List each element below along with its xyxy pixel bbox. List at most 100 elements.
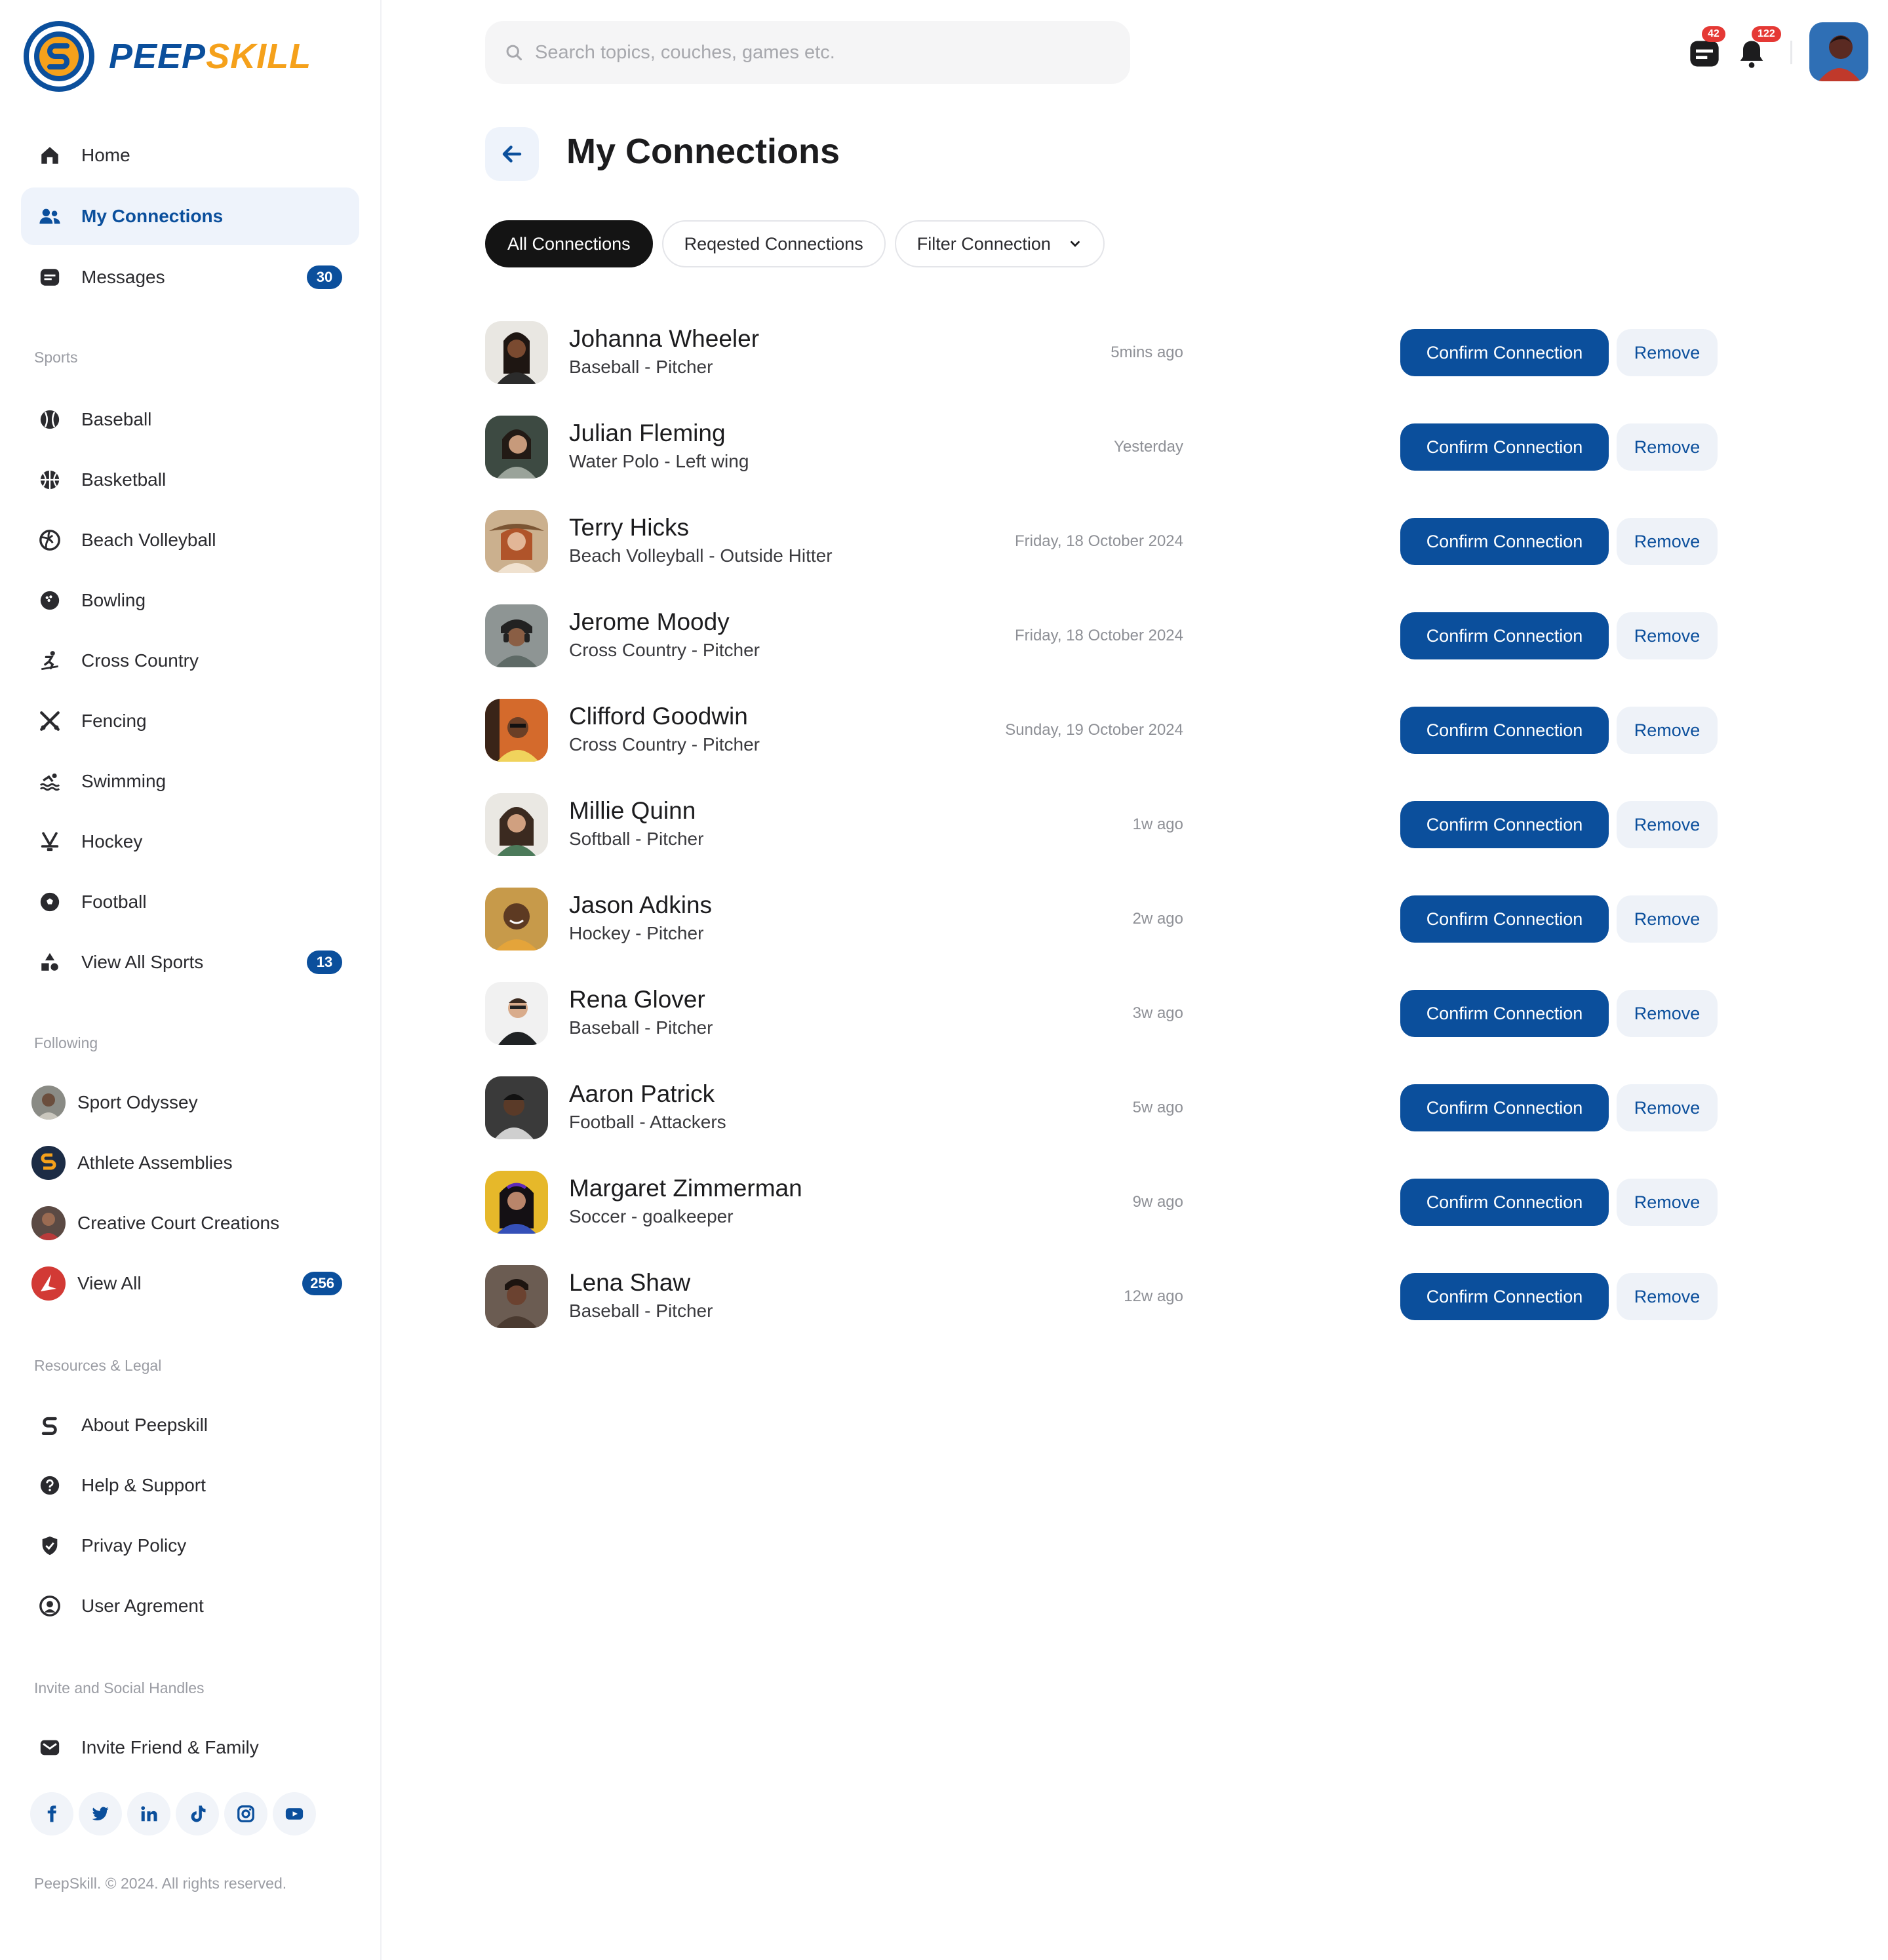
- connection-time: 1w ago: [1132, 815, 1183, 833]
- facebook-link[interactable]: [30, 1792, 73, 1835]
- nav-baseball[interactable]: Baseball: [21, 391, 359, 448]
- header-divider: [1790, 41, 1792, 64]
- search-input[interactable]: [535, 41, 1112, 64]
- nav-my-connections[interactable]: My Connections: [21, 187, 359, 245]
- nav-label: Swimming: [81, 771, 167, 791]
- connection-name[interactable]: Margaret Zimmerman: [569, 1175, 802, 1202]
- baseball-icon: [38, 408, 62, 431]
- nav-following-view-all[interactable]: View All 256: [21, 1255, 359, 1312]
- connection-name[interactable]: Rena Glover: [569, 986, 705, 1013]
- nav-label: Privay Policy: [81, 1535, 187, 1556]
- connection-sport: Beach Volleyball - Outside Hitter: [569, 545, 833, 566]
- nav-basketball[interactable]: Basketball: [21, 451, 359, 509]
- remove-button[interactable]: Remove: [1617, 895, 1718, 943]
- connection-sport: Baseball - Pitcher: [569, 1017, 713, 1038]
- nav-home[interactable]: Home: [21, 127, 359, 184]
- header-messages-button[interactable]: 42: [1687, 26, 1725, 73]
- tab-all-connections[interactable]: All Connections: [485, 220, 653, 267]
- connection-time: Yesterday: [1114, 438, 1183, 456]
- tab-requested-connections[interactable]: Reqested Connections: [661, 220, 886, 267]
- remove-button[interactable]: Remove: [1617, 518, 1718, 565]
- confirm-connection-button[interactable]: Confirm Connection: [1400, 990, 1609, 1037]
- user-avatar[interactable]: [1809, 22, 1868, 81]
- back-button[interactable]: [485, 127, 539, 181]
- nav-hockey[interactable]: Hockey: [21, 813, 359, 871]
- confirm-connection-button[interactable]: Confirm Connection: [1400, 1084, 1609, 1131]
- connection-row: Terry Hicks Beach Volleyball - Outside H…: [485, 509, 1718, 574]
- remove-button[interactable]: Remove: [1617, 329, 1718, 376]
- connection-name[interactable]: Lena Shaw: [569, 1269, 690, 1297]
- instagram-link[interactable]: [224, 1792, 267, 1835]
- avatar: [485, 1171, 548, 1234]
- avatar: [485, 888, 548, 951]
- nav-following-athlete-assemblies[interactable]: Athlete Assemblies: [21, 1134, 359, 1192]
- confirm-connection-button[interactable]: Confirm Connection: [1400, 801, 1609, 848]
- connections-icon: [38, 205, 62, 228]
- connection-name[interactable]: Millie Quinn: [569, 797, 696, 825]
- nav-label: Basketball: [81, 469, 167, 490]
- connection-name[interactable]: Clifford Goodwin: [569, 703, 748, 730]
- nav-bowling[interactable]: Bowling: [21, 572, 359, 629]
- search-icon: [506, 45, 522, 61]
- remove-button[interactable]: Remove: [1617, 990, 1718, 1037]
- nav-label: About Peepskill: [81, 1415, 208, 1435]
- nav-privacy-policy[interactable]: Privay Policy: [21, 1517, 359, 1575]
- section-label-resources: Resources & Legal: [34, 1357, 162, 1374]
- confirm-connection-button[interactable]: Confirm Connection: [1400, 1179, 1609, 1226]
- filter-connection-dropdown[interactable]: Filter Connection: [894, 220, 1105, 267]
- nav-about-peepskill[interactable]: About Peepskill: [21, 1396, 359, 1454]
- nav-view-all-sports[interactable]: View All Sports 13: [21, 933, 359, 991]
- following-count-badge: 256: [302, 1272, 342, 1295]
- remove-button[interactable]: Remove: [1617, 612, 1718, 659]
- youtube-link[interactable]: [273, 1792, 316, 1835]
- confirm-connection-button[interactable]: Confirm Connection: [1400, 707, 1609, 754]
- avatar: [485, 793, 548, 856]
- nav-user-agreement[interactable]: User Agrement: [21, 1577, 359, 1635]
- nav-invite-friend-family[interactable]: Invite Friend & Family: [21, 1719, 359, 1776]
- confirm-connection-button[interactable]: Confirm Connection: [1400, 1273, 1609, 1320]
- avatar: [485, 1076, 548, 1139]
- nav-messages[interactable]: Messages 30: [21, 248, 359, 306]
- remove-button[interactable]: Remove: [1617, 423, 1718, 471]
- confirm-connection-button[interactable]: Confirm Connection: [1400, 329, 1609, 376]
- nav-following-creative-court-creations[interactable]: Creative Court Creations: [21, 1194, 359, 1252]
- nav-following-sport-odyssey[interactable]: Sport Odyssey: [21, 1074, 359, 1131]
- remove-button[interactable]: Remove: [1617, 1084, 1718, 1131]
- remove-button[interactable]: Remove: [1617, 707, 1718, 754]
- twitter-icon: [92, 1807, 109, 1821]
- remove-button[interactable]: Remove: [1617, 1179, 1718, 1226]
- linkedin-link[interactable]: [127, 1792, 170, 1835]
- connection-row: Margaret Zimmerman Soccer - goalkeeper 9…: [485, 1169, 1718, 1235]
- connection-tabs: All Connections Reqested Connections Fil…: [485, 220, 1105, 267]
- connection-time: Friday, 18 October 2024: [1014, 532, 1183, 550]
- header-notifications-button[interactable]: 122: [1735, 26, 1781, 73]
- nav-cross-country[interactable]: Cross Country: [21, 632, 359, 690]
- nav-beach-volleyball[interactable]: Beach Volleyball: [21, 511, 359, 569]
- twitter-link[interactable]: [79, 1792, 122, 1835]
- connection-sport: Hockey - Pitcher: [569, 923, 704, 943]
- nav-swimming[interactable]: Swimming: [21, 753, 359, 810]
- connection-name[interactable]: Terry Hicks: [569, 514, 689, 541]
- connection-name[interactable]: Jason Adkins: [569, 892, 712, 919]
- avatar: [31, 1146, 66, 1180]
- connection-name[interactable]: Jerome Moody: [569, 608, 730, 636]
- nav-fencing[interactable]: Fencing: [21, 692, 359, 750]
- remove-button[interactable]: Remove: [1617, 801, 1718, 848]
- confirm-connection-button[interactable]: Confirm Connection: [1400, 423, 1609, 471]
- connection-sport: Water Polo - Left wing: [569, 451, 749, 471]
- connection-name[interactable]: Julian Fleming: [569, 420, 726, 447]
- nav-football[interactable]: Football: [21, 873, 359, 931]
- nav-help-support[interactable]: Help & Support: [21, 1457, 359, 1514]
- confirm-connection-button[interactable]: Confirm Connection: [1400, 895, 1609, 943]
- connection-sport: Baseball - Pitcher: [569, 357, 713, 377]
- connection-time: 9w ago: [1132, 1193, 1183, 1211]
- volleyball-icon: [38, 528, 62, 552]
- tiktok-link[interactable]: [176, 1792, 219, 1835]
- confirm-connection-button[interactable]: Confirm Connection: [1400, 518, 1609, 565]
- remove-button[interactable]: Remove: [1617, 1273, 1718, 1320]
- search-bar[interactable]: [485, 21, 1130, 84]
- connection-name[interactable]: Aaron Patrick: [569, 1080, 715, 1108]
- brand-logo[interactable]: PEEPSKILL: [24, 21, 311, 92]
- connection-name[interactable]: Johanna Wheeler: [569, 325, 759, 353]
- confirm-connection-button[interactable]: Confirm Connection: [1400, 612, 1609, 659]
